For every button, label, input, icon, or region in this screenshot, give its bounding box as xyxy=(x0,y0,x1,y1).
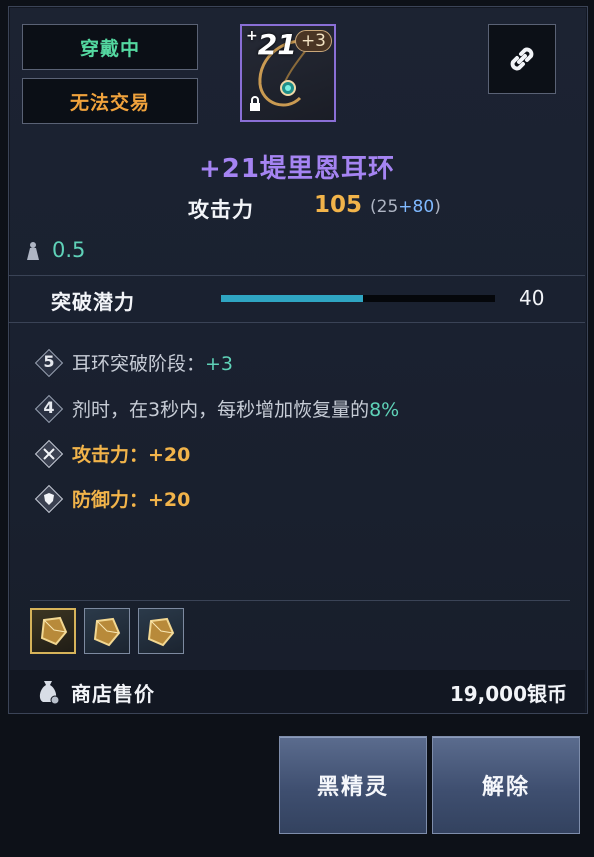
breakthrough-bar-fill xyxy=(221,295,364,302)
effect-text: 攻击力：+20 xyxy=(72,444,191,466)
share-link-button[interactable] xyxy=(488,24,556,94)
gem-icon xyxy=(147,617,175,647)
effect-text: 防御力：+20 xyxy=(72,489,191,511)
enhance-prefix: + xyxy=(246,28,258,44)
breakthrough-bar xyxy=(221,295,495,302)
gem-slot-1[interactable] xyxy=(30,608,76,654)
effect-row-3: 攻击力：+20 xyxy=(34,437,576,471)
enhance-level: 21 xyxy=(257,28,297,61)
attack-breakdown-close: ) xyxy=(434,197,441,217)
attack-value: 105 xyxy=(314,192,363,218)
item-slot[interactable]: +21 +3 xyxy=(240,24,336,122)
shop-price-row: 商店售价 19,000银币 xyxy=(9,670,585,712)
effect-text: 耳环突破阶段： xyxy=(72,353,206,375)
crossed-swords-icon xyxy=(34,439,64,469)
effect-row-1: 5 耳环突破阶段：+3 xyxy=(34,346,576,380)
attack-bonus: +80 xyxy=(398,197,435,217)
breakthrough-label: 突破潜力 xyxy=(51,290,135,314)
attack-label: 攻击力 xyxy=(188,198,254,222)
link-icon xyxy=(510,47,534,71)
attack-value-group: 105 (25+80) xyxy=(314,192,441,218)
effect-value: 8% xyxy=(369,399,400,421)
bonus-level-badge: +3 xyxy=(294,30,332,52)
gem-slot-2[interactable] xyxy=(84,608,130,654)
shop-price-label: 商店售价 xyxy=(71,682,155,706)
shop-price-value: 19,000银币 xyxy=(449,682,567,706)
stage-badge-number: 5 xyxy=(43,352,55,371)
stage-badge-number: 4 xyxy=(43,398,55,417)
gem-slot-3[interactable] xyxy=(138,608,184,654)
gem-icon xyxy=(40,616,68,646)
unequip-button[interactable]: 解除 xyxy=(432,736,580,834)
effect-value: +3 xyxy=(205,353,234,375)
lock-icon xyxy=(248,96,262,116)
attack-base: (25 xyxy=(370,197,399,217)
equipped-status-badge: 穿戴中 xyxy=(22,24,198,70)
black-spirit-button[interactable]: 黑精灵 xyxy=(279,736,427,834)
breakthrough-row: 突破潜力 40 xyxy=(9,276,585,322)
effect-text: 剂时，在3秒内，每秒增加恢复量的 xyxy=(72,399,370,421)
stage-badge: 5 xyxy=(34,348,64,378)
no-trade-badge: 无法交易 xyxy=(22,78,198,124)
breakthrough-value: 40 xyxy=(519,286,545,310)
weight-value: 0.5 xyxy=(52,238,86,262)
stage-badge: 4 xyxy=(34,394,64,424)
gem-icon xyxy=(93,617,121,647)
weight-icon xyxy=(22,240,44,266)
effect-row-4: 防御力：+20 xyxy=(34,482,576,516)
effect-row-2: 4 剂时，在3秒内，每秒增加恢复量的8% xyxy=(34,392,576,426)
attack-breakdown: (25+80) xyxy=(370,197,441,217)
divider xyxy=(30,600,570,601)
divider xyxy=(9,322,585,323)
item-name: +21堤里恩耳环 xyxy=(199,154,395,184)
money-bag-icon xyxy=(39,681,60,705)
shield-icon xyxy=(34,484,64,514)
